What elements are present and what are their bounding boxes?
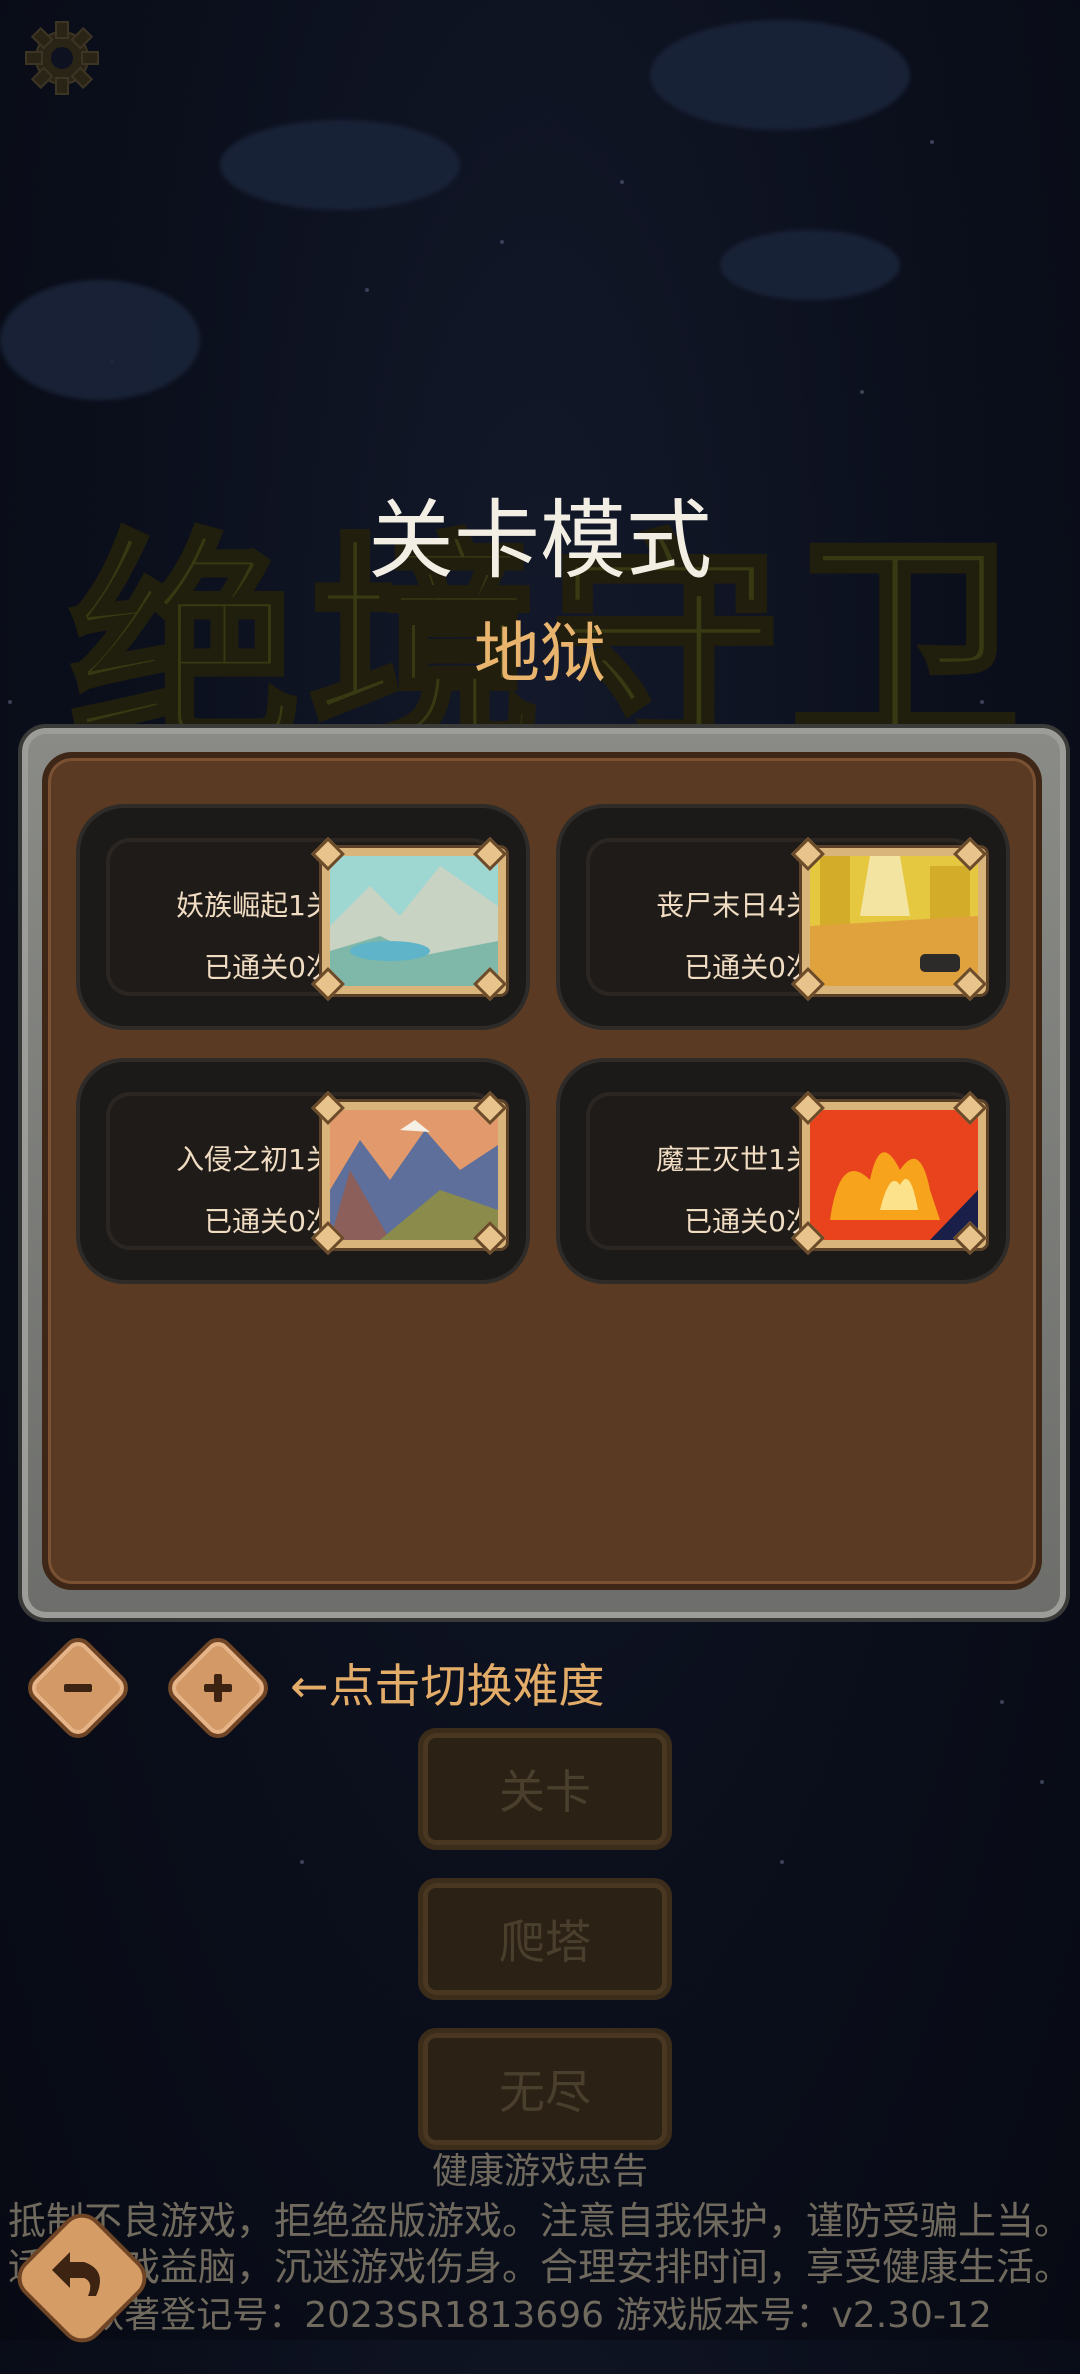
level-card[interactable]: 魔王灭世1关 已通关0次 — [556, 1058, 1010, 1284]
level-card[interactable]: 入侵之初1关 已通关0次 — [76, 1058, 530, 1284]
level-clear-count: 已通关0次 — [684, 1205, 814, 1238]
level-mode-button[interactable]: 关卡 — [418, 1728, 672, 1850]
background-cloud — [220, 120, 460, 210]
mode-title: 关卡模式 — [368, 491, 712, 591]
difficulty-label: 地狱 — [474, 615, 606, 692]
level-card[interactable]: 妖族崛起1关 已通关0次 — [76, 804, 530, 1030]
level-clear-count: 已通关0次 — [684, 951, 814, 984]
endless-mode-button[interactable]: 无尽 — [418, 2028, 672, 2150]
background-cloud — [650, 20, 910, 130]
level-name: 入侵之初1关 — [176, 1143, 334, 1176]
switch-difficulty-hint: ←点击切换难度 — [290, 1659, 605, 1713]
health-notice-heading: 健康游戏忠告 — [431, 2151, 648, 2192]
health-notice-line: 适度游戏益脑，沉迷游戏伤身。合理安排时间，享受健康生活。 — [7, 2245, 1072, 2289]
level-thumbnail — [802, 848, 986, 994]
level-clear-count: 已通关0次 — [204, 951, 334, 984]
level-name: 妖族崛起1关 — [176, 889, 334, 922]
tower-mode-button[interactable]: 爬塔 — [418, 1878, 672, 2000]
plus-icon — [182, 1652, 254, 1724]
back-arrow-icon — [52, 2252, 100, 2296]
background-cloud — [0, 280, 200, 400]
level-thumbnail — [322, 848, 506, 994]
background-cloud — [720, 230, 900, 300]
gear-icon — [25, 21, 99, 95]
level-card[interactable]: 丧尸末日4关 已通关0次 — [556, 804, 1010, 1030]
level-name: 丧尸末日4关 — [656, 889, 814, 922]
level-thumbnail — [322, 1102, 506, 1248]
settings-button[interactable] — [22, 18, 102, 98]
decrease-difficulty-button[interactable] — [21, 1631, 135, 1745]
level-name: 魔王灭世1关 — [656, 1143, 814, 1176]
copyright-version: 软著登记号：2023SR1813696 游戏版本号：v2.30-12 — [88, 2295, 992, 2336]
increase-difficulty-button[interactable] — [161, 1631, 275, 1745]
level-clear-count: 已通关0次 — [204, 1205, 334, 1238]
level-thumbnail — [802, 1102, 986, 1248]
minus-icon — [42, 1652, 114, 1724]
